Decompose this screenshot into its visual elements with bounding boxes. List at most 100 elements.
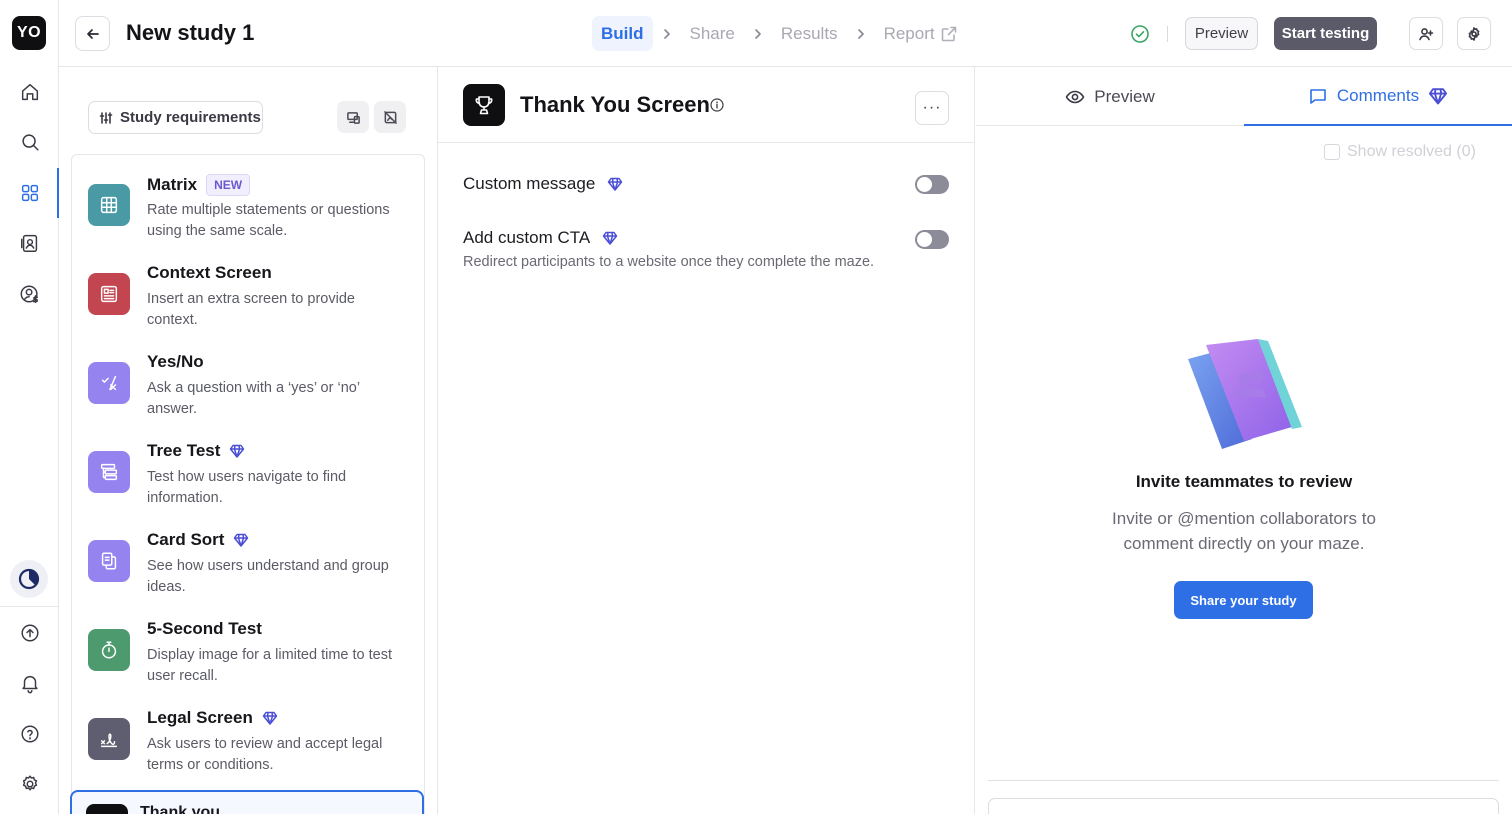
block-title-text: Context Screen [147,263,272,282]
yes-no-icon [88,362,130,404]
gear-icon[interactable] [14,768,46,800]
study-requirements-button[interactable]: Study requirements [88,101,263,134]
custom-message-label: Custom message [463,174,596,193]
custom-cta-option: Add custom CTA [463,228,618,248]
study-title[interactable]: New study 1 [126,20,254,46]
empty-state-description: Invite or @mention collaborators to comm… [1112,509,1376,553]
signature-icon [88,718,130,760]
help-icon[interactable] [14,718,46,750]
settings-button[interactable] [1457,17,1491,50]
show-resolved-label: Show resolved (0) [1347,143,1476,160]
invite-user-button[interactable] [1409,17,1443,50]
info-icon[interactable] [710,98,724,112]
device-toggle-button[interactable] [337,101,369,133]
header-separator [1167,26,1168,42]
external-link-icon [941,26,956,41]
block-title: Matrix NEW [147,174,251,196]
devices-icon [346,111,360,124]
hide-images-button[interactable] [374,101,406,133]
block-title-text: Matrix [147,175,198,194]
chevron-right-icon [744,28,772,40]
show-resolved-checkbox[interactable]: Show resolved (0) [1324,143,1476,161]
workspace-logo[interactable]: YO [12,16,46,50]
notebook-illustration-icon [1188,339,1302,449]
block-item-five-second-test[interactable]: 5-Second Test Display image for a limite… [72,600,424,689]
block-title: Context Screen [147,263,272,283]
tree-icon [88,451,130,493]
step-build[interactable]: Build [592,16,653,51]
upload-icon[interactable] [14,617,46,649]
premium-diamond-icon [234,533,249,547]
preview-button[interactable]: Preview [1185,17,1258,50]
premium-diamond-icon [602,231,618,245]
block-list: Matrix NEW Rate multiple statements or q… [71,154,425,814]
custom-message-toggle[interactable] [915,175,949,194]
block-description: Rate multiple statements or questions us… [147,202,390,239]
contacts-icon[interactable] [14,227,46,259]
comment-input[interactable] [988,798,1499,814]
block-description: See how users understand and group ideas… [147,558,389,595]
rail-divider [0,606,59,607]
chevron-right-icon [653,28,681,40]
block-title-text: Card Sort [147,530,225,549]
share-study-button[interactable]: Share your study [1174,581,1313,619]
gear-icon [1468,26,1480,41]
add-user-icon [1419,27,1434,40]
block-description: Insert an extra screen to provide contex… [147,291,355,328]
block-library-panel: Study requirements Matrix NEW Rate multi… [59,67,438,814]
left-rail: YO [0,0,59,814]
checkbox-box [1324,144,1340,160]
block-title-text: Tree Test [147,441,221,460]
block-item-yes-no[interactable]: Yes/No Ask a question with a ‘yes’ or ‘n… [72,333,424,422]
block-title: 5-Second Test [147,619,262,639]
saved-check-icon [1131,25,1149,43]
bell-icon[interactable] [14,667,46,699]
tab-preview[interactable]: Preview [976,67,1244,126]
block-item-context-screen[interactable]: Context Screen Insert an extra screen to… [72,244,424,333]
block-description: Ask users to review and accept legal ter… [147,736,383,773]
trophy-icon [463,84,505,126]
premium-diamond-icon [1429,87,1448,104]
block-title-text: Legal Screen [147,708,253,727]
step-report[interactable]: Report [875,16,967,51]
back-button[interactable] [75,16,110,51]
block-item-matrix[interactable]: Matrix NEW Rate multiple statements or q… [72,155,424,244]
search-icon[interactable] [14,126,46,158]
top-bar: New study 1 Build Share Results Report P… [59,0,1512,67]
block-title-text: Yes/No [147,352,204,371]
arrow-left-icon [86,28,99,39]
premium-diamond-icon [230,444,245,458]
block-item-legal-screen[interactable]: Legal Screen Ask users to review and acc… [72,689,424,778]
more-options-button[interactable]: ··· [915,91,949,125]
trophy-icon [86,804,128,814]
selected-block-label: Thank you [140,804,221,814]
block-title: Tree Test [147,441,245,461]
timer-icon [88,629,130,671]
tab-comments[interactable]: Comments [1244,67,1512,126]
cards-icon [88,540,130,582]
user-billing-icon[interactable] [14,278,46,310]
block-item-tree-test[interactable]: Tree Test Test how users navigate to fin… [72,422,424,511]
image-off-icon [383,110,397,124]
step-report-label: Report [883,23,935,43]
app-root: YO New study 1 Build Share Results Repor… [0,0,1512,814]
custom-cta-toggle[interactable] [915,230,949,249]
comment-icon [1310,88,1326,104]
home-icon[interactable] [14,76,46,108]
selected-block-thank-you[interactable]: Thank you [70,790,424,814]
block-item-card-sort[interactable]: Card Sort See how users understand and g… [72,511,424,600]
block-description: Display image for a limited time to test… [147,647,392,684]
custom-cta-description: Redirect participants to a website once … [463,254,875,270]
step-share[interactable]: Share [681,16,744,51]
step-nav: Build Share Results Report [592,16,967,51]
editor-title: Thank You Screen [520,92,710,117]
grid-icon[interactable] [14,177,46,209]
tab-comments-label: Comments [1336,85,1420,105]
usage-icon[interactable] [10,560,48,598]
block-title: Yes/No [147,352,204,372]
empty-state-title: Invite teammates to review [1135,472,1353,491]
start-testing-button[interactable]: Start testing [1274,17,1377,50]
step-results[interactable]: Results [772,16,847,51]
document-icon [88,273,130,315]
study-requirements-label: Study requirements [120,109,261,126]
